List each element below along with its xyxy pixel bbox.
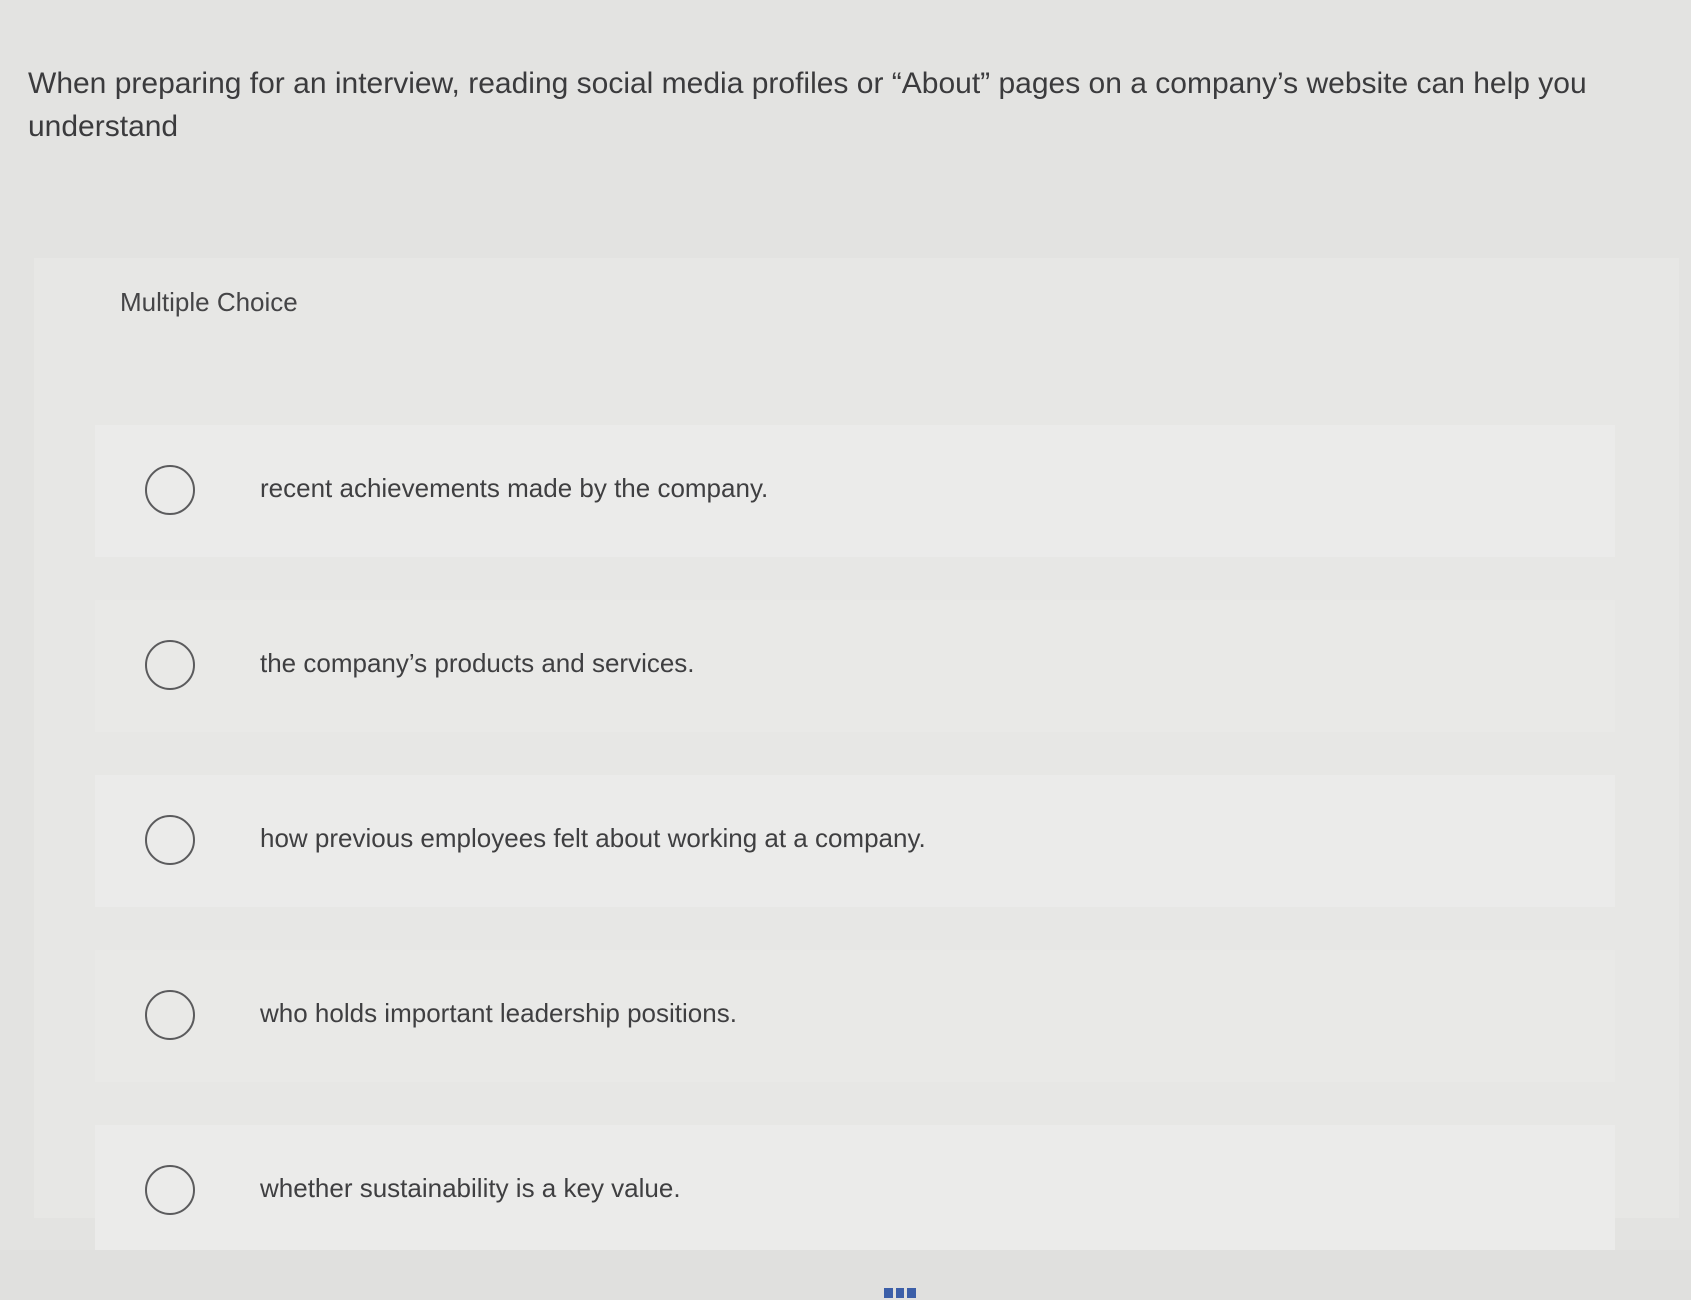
option-label[interactable]: how previous employees felt about workin…	[260, 823, 926, 854]
option-row-4[interactable]: who holds important leadership positions…	[95, 950, 1615, 1082]
question-type-label: Multiple Choice	[120, 287, 298, 317]
radio-circle-icon[interactable]	[145, 465, 195, 515]
grid-icon-cell	[895, 1288, 905, 1298]
option-label[interactable]: who holds important leadership positions…	[260, 998, 737, 1029]
radio-circle-icon[interactable]	[145, 990, 195, 1040]
option-row-5[interactable]: whether sustainability is a key value.	[95, 1125, 1615, 1257]
option-row-1[interactable]: recent achievements made by the company.	[95, 425, 1615, 557]
options-list: recent achievements made by the company.…	[95, 425, 1615, 1300]
grid-icon[interactable]	[884, 1288, 917, 1298]
grid-icon-cell	[884, 1288, 893, 1298]
radio-circle-icon[interactable]	[145, 815, 195, 865]
question-text: When preparing for an interview, reading…	[28, 67, 1587, 143]
grid-icon-cell	[907, 1288, 917, 1298]
option-row-3[interactable]: how previous employees felt about workin…	[95, 775, 1615, 907]
bottom-navigation-bar	[0, 1250, 1691, 1300]
radio-circle-icon[interactable]	[145, 640, 195, 690]
option-label[interactable]: whether sustainability is a key value.	[260, 1173, 681, 1204]
option-label[interactable]: recent achievements made by the company.	[260, 473, 768, 504]
radio-circle-icon[interactable]	[145, 1165, 195, 1215]
option-row-2[interactable]: the company’s products and services.	[95, 600, 1615, 732]
option-label[interactable]: the company’s products and services.	[260, 648, 695, 679]
